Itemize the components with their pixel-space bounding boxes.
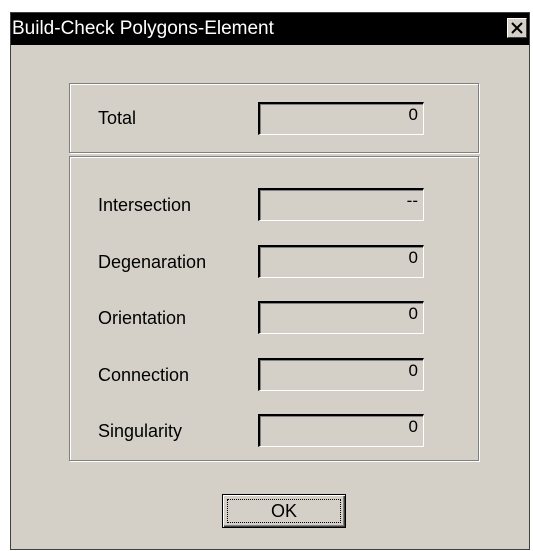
close-button[interactable] — [507, 18, 527, 38]
connection-label: Connection — [98, 365, 190, 385]
orientation-value-field: 0 — [258, 301, 424, 334]
build-check-dialog: Build-Check Polygons-Element Total 0 Int… — [10, 12, 530, 550]
intersection-value-field: -- — [258, 188, 424, 221]
window-title: Build-Check Polygons-Element — [12, 18, 274, 39]
orientation-label: Orientation — [98, 308, 187, 328]
total-group: Total 0 — [69, 83, 479, 153]
connection-value-field: 0 — [258, 358, 424, 391]
close-icon — [511, 22, 523, 34]
checks-group: Intersection -- Degenaration 0 Orientati… — [69, 156, 479, 461]
focus-rectangle: OK — [227, 499, 341, 523]
title-bar[interactable]: Build-Check Polygons-Element — [11, 13, 529, 45]
total-label: Total — [98, 108, 137, 128]
ok-button-label: OK — [270, 500, 297, 521]
degenaration-value-field: 0 — [258, 245, 424, 278]
degenaration-label: Degenaration — [98, 252, 207, 272]
ok-button[interactable]: OK — [222, 494, 346, 528]
total-value-field: 0 — [258, 102, 424, 135]
singularity-value-field: 0 — [258, 414, 424, 447]
singularity-label: Singularity — [98, 421, 183, 441]
intersection-label: Intersection — [98, 195, 192, 215]
